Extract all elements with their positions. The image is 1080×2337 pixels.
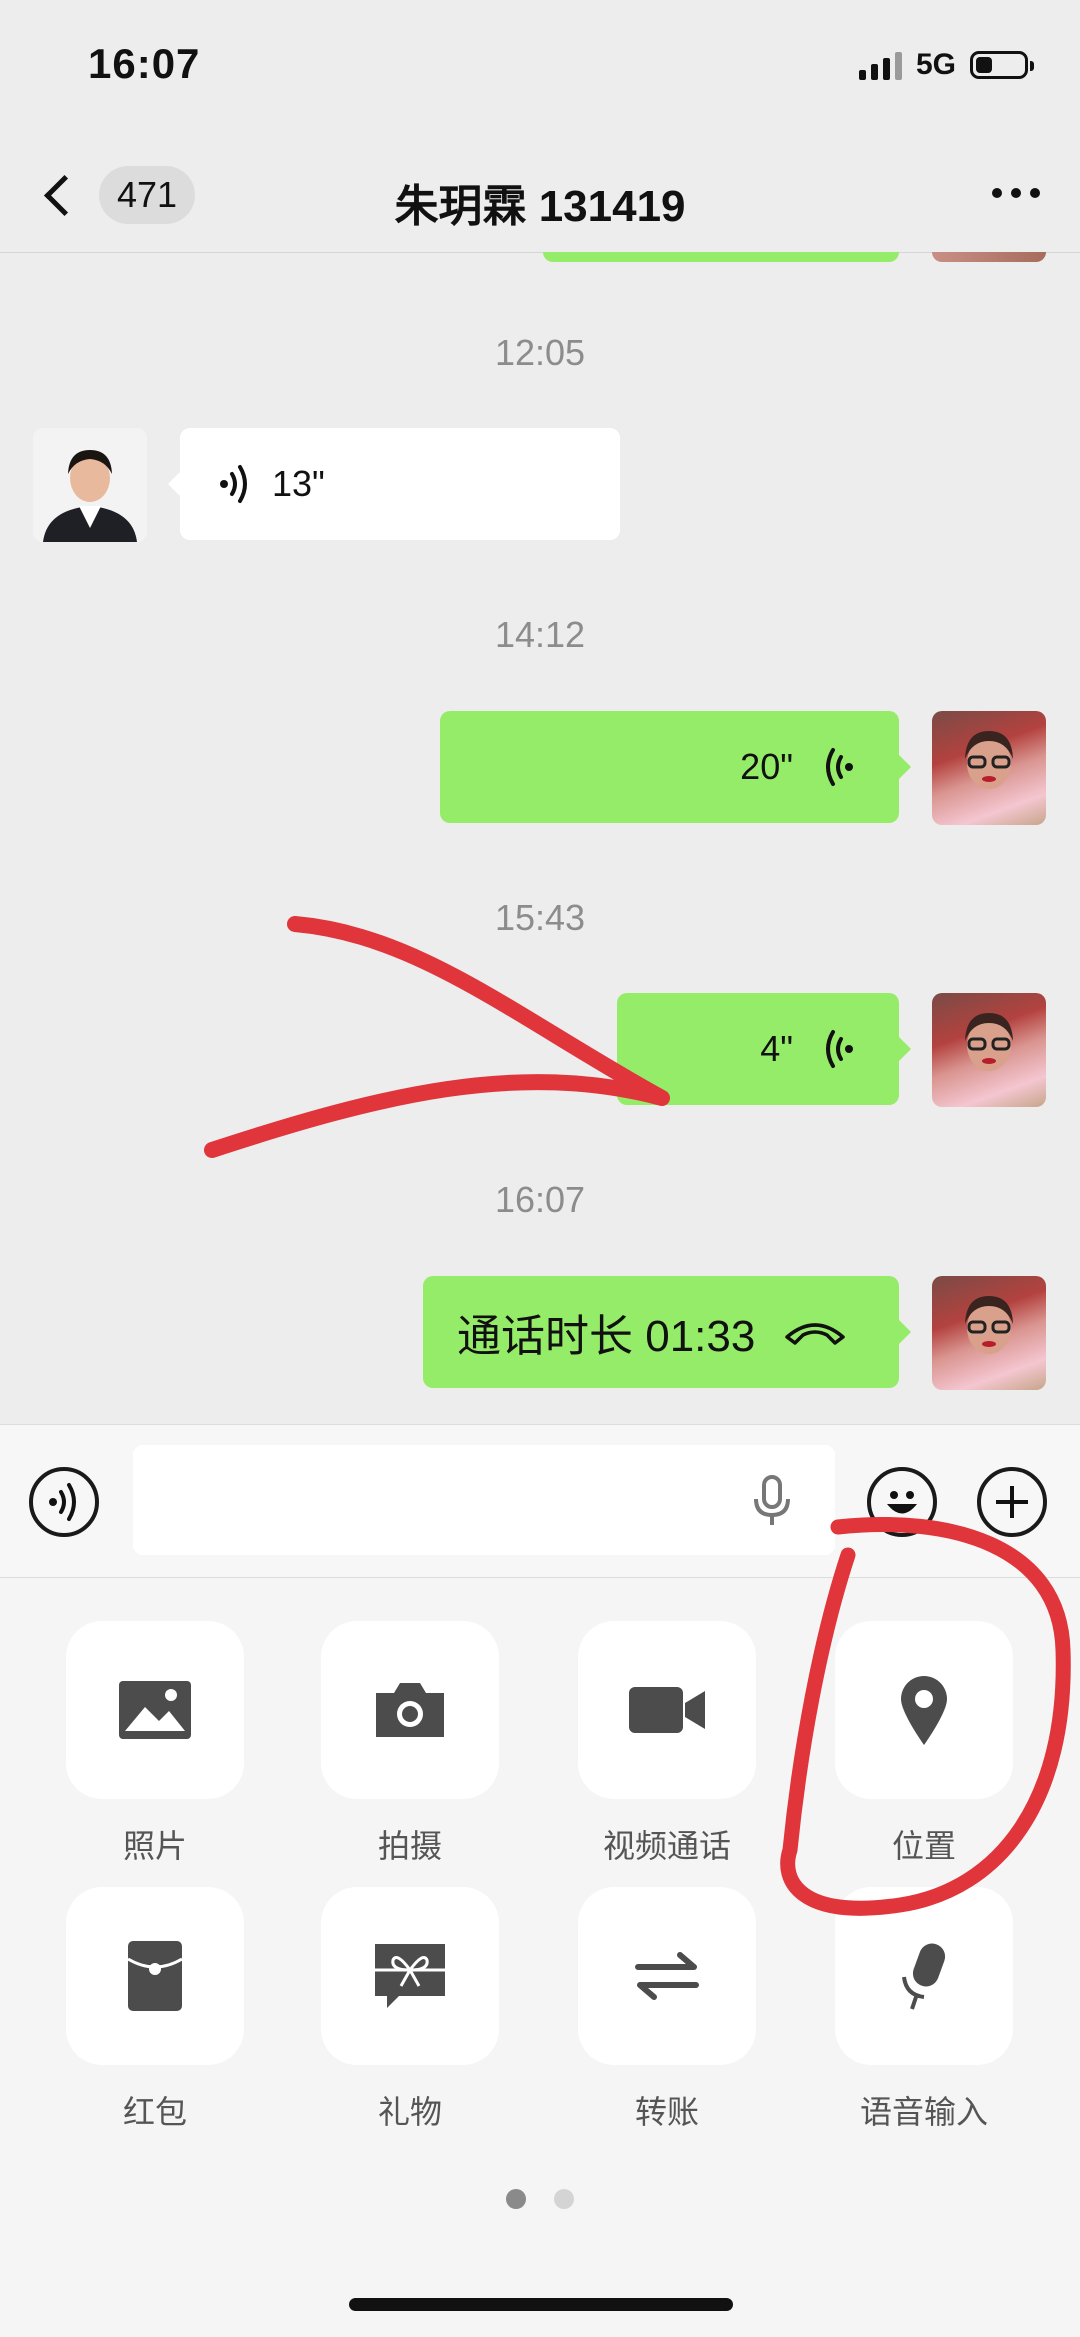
more-functions-panel: 照片 拍摄 视频通话 位置 红包 礼物 转账 语音输入 <box>0 1578 1080 2337</box>
photo-icon <box>119 1681 191 1739</box>
previous-message-avatar[interactable] <box>932 252 1046 262</box>
emoji-button[interactable] <box>867 1467 937 1537</box>
call-record-bubble[interactable]: 通话时长 01:33 <box>423 1276 911 1388</box>
voice-message-bubble[interactable]: 13" <box>168 428 620 540</box>
status-time: 16:07 <box>88 40 201 87</box>
voice-wave-icon <box>49 1483 76 1521</box>
emoji-icon <box>887 1491 917 1514</box>
status-indicators: 5G <box>858 48 1034 82</box>
action-label: 语音输入 <box>859 2094 988 2130</box>
action-label: 照片 <box>122 1828 187 1864</box>
status-bar: 16:07 5G <box>0 0 1080 130</box>
action-label: 位置 <box>891 1828 956 1864</box>
page-indicator <box>0 2189 1080 2209</box>
contact-avatar[interactable] <box>33 428 147 542</box>
page-dot[interactable] <box>554 2189 574 2209</box>
message-timestamp: 12:05 <box>494 332 586 373</box>
chat-title: 朱玥霖 131419 <box>394 182 686 231</box>
voice-message-bubble[interactable]: 20" <box>440 711 911 823</box>
home-indicator[interactable] <box>349 2298 733 2311</box>
action-label: 红包 <box>122 2094 187 2130</box>
network-label: 5G <box>915 48 956 81</box>
voice-input-icon <box>902 1943 946 2010</box>
action-label: 转账 <box>634 2094 699 2130</box>
phone-hangup-icon <box>785 1323 846 1345</box>
more-functions-button[interactable] <box>977 1467 1047 1537</box>
more-options-icon[interactable] <box>992 188 1040 198</box>
previous-message-bubble[interactable] <box>543 252 899 262</box>
action-red-packet[interactable]: 红包 <box>65 1887 245 2133</box>
action-gift[interactable]: 礼物 <box>320 1887 500 2133</box>
message-input-bar <box>0 1424 1080 1578</box>
voice-wave-icon <box>220 465 247 503</box>
plus-icon <box>996 1486 1028 1518</box>
action-camera[interactable]: 拍摄 <box>320 1621 500 1867</box>
voice-message-bubble[interactable]: 4" <box>617 993 911 1105</box>
video-call-icon <box>629 1687 705 1733</box>
microphone-icon[interactable] <box>752 1475 792 1532</box>
action-label: 拍摄 <box>377 1828 442 1864</box>
gift-icon <box>375 1944 445 2008</box>
voice-wave-icon <box>826 748 853 786</box>
page-dot-active[interactable] <box>506 2189 526 2209</box>
voice-wave-icon <box>826 1030 853 1068</box>
my-avatar[interactable] <box>932 711 1046 825</box>
location-icon <box>901 1676 947 1745</box>
action-label: 礼物 <box>377 2094 442 2130</box>
action-transfer[interactable]: 转账 <box>577 1887 757 2133</box>
message-list[interactable]: 12:05 13" 14:12 20" 15:43 4" 16:07 通话时长 … <box>0 252 1080 1424</box>
voice-duration: 4" <box>760 1028 793 1069</box>
action-photo[interactable]: 照片 <box>65 1621 245 1867</box>
action-voice-input[interactable]: 语音输入 <box>834 1887 1014 2133</box>
chat-header: 471 朱玥霖 131419 <box>0 130 1080 253</box>
signal-icon <box>858 50 902 80</box>
message-timestamp: 14:12 <box>494 614 586 655</box>
my-avatar[interactable] <box>932 993 1046 1107</box>
red-packet-icon <box>127 1941 183 2011</box>
voice-duration: 13" <box>272 463 325 504</box>
action-location[interactable]: 位置 <box>834 1621 1014 1867</box>
message-text-input[interactable] <box>133 1445 835 1555</box>
camera-icon <box>376 1683 444 1737</box>
call-duration-text: 通话时长 01:33 <box>457 1312 756 1361</box>
voice-mode-button[interactable] <box>29 1467 99 1537</box>
message-timestamp: 15:43 <box>494 897 586 938</box>
battery-icon <box>970 51 1034 79</box>
transfer-icon <box>635 1952 699 2000</box>
message-timestamp: 16:07 <box>494 1179 586 1220</box>
voice-duration: 20" <box>740 746 793 787</box>
action-video-call[interactable]: 视频通话 <box>577 1621 757 1867</box>
my-avatar[interactable] <box>932 1276 1046 1390</box>
action-label: 视频通话 <box>602 1828 731 1864</box>
